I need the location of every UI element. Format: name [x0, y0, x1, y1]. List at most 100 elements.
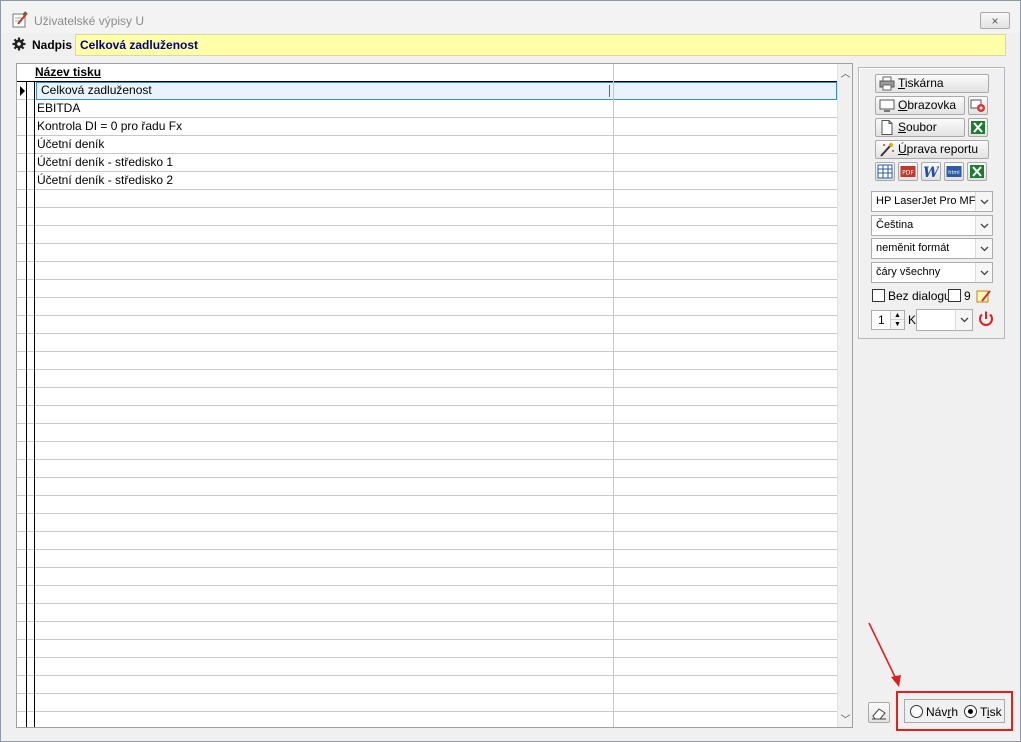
format-pdf-button[interactable]: PDF: [898, 162, 918, 181]
stepper-down-icon[interactable]: ▼: [890, 320, 904, 329]
empty-row[interactable]: [17, 190, 837, 208]
row-indicator[interactable]: [17, 172, 27, 190]
lines-select[interactable]: čáry všechny: [871, 262, 993, 283]
cell-name[interactable]: [37, 226, 613, 244]
cell-name[interactable]: [37, 388, 613, 406]
cell-name[interactable]: [37, 550, 613, 568]
row-indicator[interactable]: [17, 100, 27, 118]
cell-name[interactable]: [37, 190, 613, 208]
empty-row[interactable]: [17, 478, 837, 496]
print-radio[interactable]: [964, 705, 977, 718]
empty-row[interactable]: [17, 514, 837, 532]
row-indicator[interactable]: [17, 118, 27, 136]
cell-name[interactable]: [37, 604, 613, 622]
chevron-down-icon[interactable]: [975, 239, 992, 258]
row-indicator[interactable]: [17, 514, 27, 532]
copies-stepper[interactable]: 1 ▲ ▼: [871, 310, 905, 330]
chevron-down-icon[interactable]: [975, 216, 992, 235]
row-indicator[interactable]: [17, 568, 27, 586]
column-header-name[interactable]: Název tisku: [35, 65, 101, 79]
cell-name[interactable]: [37, 496, 613, 514]
cell-name[interactable]: [37, 352, 613, 370]
caption-field[interactable]: Celková zadluženost: [75, 34, 1006, 56]
row-indicator[interactable]: [17, 388, 27, 406]
cell-name[interactable]: Celková zadluženost: [37, 82, 613, 100]
table-row[interactable]: Celková zadluženost: [17, 82, 837, 100]
cell-name[interactable]: [37, 532, 613, 550]
empty-row[interactable]: [17, 604, 837, 622]
empty-row[interactable]: [17, 694, 837, 712]
cell-name[interactable]: [37, 676, 613, 694]
clear-button[interactable]: [868, 702, 890, 723]
format-excel-button[interactable]: [967, 162, 987, 181]
draft-radio-label[interactable]: Návrh: [926, 705, 958, 719]
empty-row[interactable]: [17, 460, 837, 478]
cell-name[interactable]: [37, 640, 613, 658]
empty-row[interactable]: [17, 424, 837, 442]
file-button[interactable]: Soubor: [875, 118, 965, 137]
row-indicator[interactable]: [17, 550, 27, 568]
empty-row[interactable]: [17, 586, 837, 604]
cell-name[interactable]: [37, 244, 613, 262]
row-indicator[interactable]: [17, 658, 27, 676]
cell-name[interactable]: Kontrola DI = 0 pro řadu Fx: [37, 118, 613, 136]
cell-name[interactable]: [37, 406, 613, 424]
empty-row[interactable]: [17, 352, 837, 370]
empty-row[interactable]: [17, 208, 837, 226]
row-indicator[interactable]: [17, 226, 27, 244]
cell-name[interactable]: [37, 334, 613, 352]
cell-name[interactable]: [37, 712, 613, 727]
row-indicator[interactable]: [17, 334, 27, 352]
format-select[interactable]: neměnit formát: [871, 238, 993, 259]
power-icon[interactable]: [977, 310, 995, 328]
cell-name[interactable]: [37, 460, 613, 478]
empty-row[interactable]: [17, 550, 837, 568]
format-table-button[interactable]: [875, 162, 895, 181]
empty-row[interactable]: [17, 496, 837, 514]
empty-row[interactable]: [17, 532, 837, 550]
cell-name[interactable]: [37, 424, 613, 442]
preview-settings-button[interactable]: [968, 96, 988, 115]
close-button[interactable]: ×: [980, 12, 1010, 29]
cell-name[interactable]: [37, 658, 613, 676]
settings-edit-icon[interactable]: [976, 288, 992, 304]
row-indicator[interactable]: [17, 352, 27, 370]
empty-row[interactable]: [17, 262, 837, 280]
row-indicator[interactable]: [17, 298, 27, 316]
empty-row[interactable]: [17, 568, 837, 586]
cell-name[interactable]: [37, 694, 613, 712]
row-indicator[interactable]: [17, 640, 27, 658]
empty-row[interactable]: [17, 406, 837, 424]
cell-name[interactable]: [37, 298, 613, 316]
language-select[interactable]: Čeština: [871, 215, 993, 236]
cell-name[interactable]: [37, 208, 613, 226]
row-indicator[interactable]: [17, 82, 27, 100]
row-indicator[interactable]: [17, 244, 27, 262]
row-indicator[interactable]: [17, 136, 27, 154]
row-indicator[interactable]: [17, 406, 27, 424]
empty-row[interactable]: [17, 280, 837, 298]
empty-row[interactable]: [17, 316, 837, 334]
cell-name[interactable]: Účetní deník - středisko 1: [37, 154, 613, 172]
cell-name[interactable]: [37, 568, 613, 586]
cell-name[interactable]: [37, 370, 613, 388]
draft-radio[interactable]: [910, 705, 923, 718]
gear-icon[interactable]: [11, 36, 27, 52]
cell-name[interactable]: [37, 280, 613, 298]
row-indicator[interactable]: [17, 676, 27, 694]
empty-row[interactable]: [17, 712, 837, 727]
row-indicator[interactable]: [17, 532, 27, 550]
empty-row[interactable]: [17, 334, 837, 352]
row-indicator[interactable]: [17, 316, 27, 334]
empty-row[interactable]: [17, 676, 837, 694]
row-indicator[interactable]: [17, 694, 27, 712]
stepper-up-icon[interactable]: ▲: [890, 311, 904, 320]
empty-row[interactable]: [17, 442, 837, 460]
copies-mode-select[interactable]: [916, 309, 973, 331]
print-radio-label[interactable]: Tisk: [980, 705, 1002, 719]
table-row[interactable]: Účetní deník - středisko 1: [17, 154, 837, 172]
row-indicator[interactable]: [17, 604, 27, 622]
table-row[interactable]: Kontrola DI = 0 pro řadu Fx: [17, 118, 837, 136]
chevron-down-icon[interactable]: [955, 310, 972, 330]
row-indicator[interactable]: [17, 208, 27, 226]
